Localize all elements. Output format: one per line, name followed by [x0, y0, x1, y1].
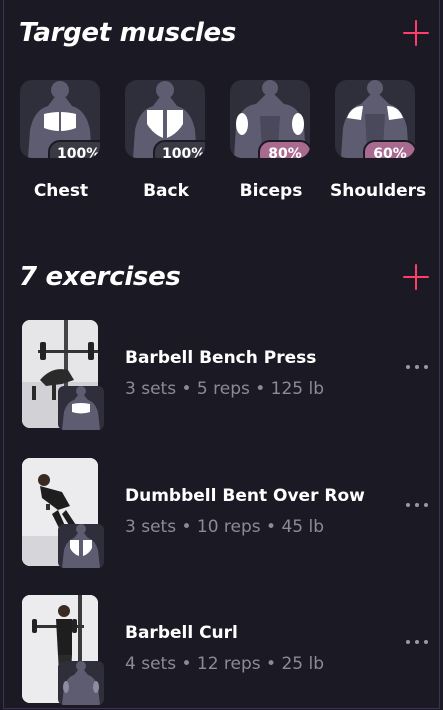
target-muscles-title: Target muscles: [19, 18, 237, 48]
muscle-shoulders[interactable]: 60% Shoulders: [330, 80, 435, 201]
shoulders-percent-badge: 60%: [363, 140, 415, 158]
exercise-item[interactable]: Barbell Curl 4 sets • 12 reps • 25 lb: [22, 595, 432, 705]
more-options-icon[interactable]: [406, 500, 428, 510]
target-muscles-header: Target muscles: [19, 18, 429, 48]
exercise-name: Dumbbell Bent Over Row: [125, 486, 365, 506]
more-options-icon[interactable]: [406, 362, 428, 372]
exercises-title: 7 exercises: [19, 262, 181, 292]
back-percent-badge: 100%: [153, 140, 205, 158]
exercise-meta: 4 sets • 12 reps • 25 lb: [125, 654, 325, 674]
more-options-icon[interactable]: [406, 637, 428, 647]
biceps-percent-badge: 80%: [258, 140, 310, 158]
muscle-chest[interactable]: 100% Chest: [15, 80, 120, 201]
chest-muscle-figure: 100%: [20, 80, 100, 158]
exercises-header: 7 exercises: [19, 262, 429, 292]
chest-percent-badge: 100%: [48, 140, 100, 158]
exercise-item[interactable]: Barbell Bench Press 3 sets • 5 reps • 12…: [22, 320, 432, 430]
back-label: Back: [143, 181, 189, 201]
exercise-meta: 3 sets • 5 reps • 125 lb: [125, 379, 325, 399]
exercise-name: Barbell Curl: [125, 623, 238, 643]
muscle-back[interactable]: 100% Back: [120, 80, 225, 201]
muscle-biceps[interactable]: 80% Biceps: [225, 80, 330, 201]
exercise-muscle-icon: [58, 661, 104, 705]
exercise-muscle-icon: [58, 524, 104, 568]
exercise-item[interactable]: Dumbbell Bent Over Row 3 sets • 10 reps …: [22, 458, 432, 568]
exercise-meta: 3 sets • 10 reps • 45 lb: [125, 517, 325, 537]
chest-label: Chest: [33, 181, 89, 201]
exercise-name: Barbell Bench Press: [125, 348, 317, 368]
back-muscle-figure: 100%: [125, 80, 205, 158]
add-muscle-plus-icon[interactable]: [403, 20, 429, 46]
muscles-row: 100% Chest 100% Back 80% Biceps 60% Shou…: [15, 80, 435, 201]
exercise-muscle-icon: [58, 386, 104, 430]
add-exercise-plus-icon[interactable]: [403, 264, 429, 290]
biceps-label: Biceps: [239, 181, 303, 201]
biceps-muscle-figure: 80%: [230, 80, 310, 158]
shoulders-muscle-figure: 60%: [335, 80, 415, 158]
shoulders-label: Shoulders: [330, 181, 427, 201]
